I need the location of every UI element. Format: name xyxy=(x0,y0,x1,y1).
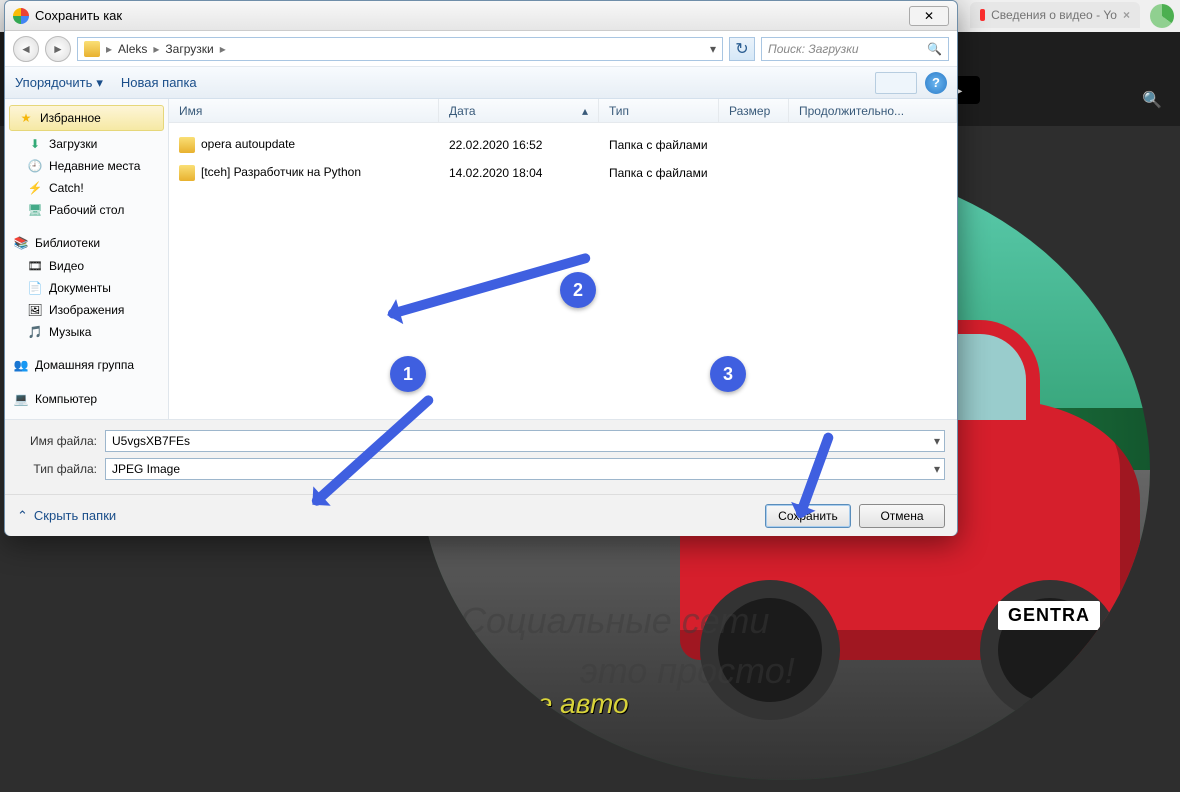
chevron-right-icon: ▸ xyxy=(106,42,112,56)
sort-indicator-icon: ▴ xyxy=(582,104,588,118)
organize-button[interactable]: Упорядочить ▾ xyxy=(15,75,103,91)
address-bar[interactable]: ▸ Aleks ▸ Загрузки ▸ ▾ xyxy=(77,37,723,61)
music-icon: 🎵 xyxy=(27,324,43,340)
sidebar-item-music[interactable]: 🎵Музыка xyxy=(5,321,168,343)
dialog-body: ★ Избранное ⬇Загрузки 🕘Недавние места ⚡C… xyxy=(5,99,957,419)
tab-label: Сведения о видео - Yo xyxy=(991,8,1117,22)
chevron-right-icon: ▸ xyxy=(153,42,159,56)
browser-tab[interactable]: Сведения о видео - Yo × xyxy=(970,2,1140,28)
caption-text: В мире авто xyxy=(460,688,629,720)
annotation-badge-3: 3 xyxy=(710,356,746,392)
column-duration[interactable]: Продолжительно... xyxy=(789,99,957,122)
sidebar: ★ Избранное ⬇Загрузки 🕘Недавние места ⚡C… xyxy=(5,99,169,419)
search-icon: 🔍 xyxy=(927,42,942,56)
dialog-titlebar[interactable]: Сохранить как ✕ xyxy=(5,1,957,31)
chevron-down-icon[interactable]: ▾ xyxy=(934,434,940,448)
browser-extension-icon[interactable] xyxy=(1150,4,1174,28)
download-icon: ⬇ xyxy=(27,136,43,152)
chevron-up-icon: ⌃ xyxy=(17,508,28,524)
video-icon: 🎞 xyxy=(27,258,43,274)
filename-label: Имя файла: xyxy=(17,434,97,448)
view-options-button[interactable] xyxy=(875,72,917,94)
folder-icon xyxy=(84,41,100,57)
sidebar-item-recent[interactable]: 🕘Недавние места xyxy=(5,155,168,177)
sidebar-item-catch[interactable]: ⚡Catch! xyxy=(5,177,168,199)
sidebar-homegroup-header[interactable]: 👥Домашняя группа xyxy=(5,353,168,377)
search-placeholder: Поиск: Загрузки xyxy=(768,42,859,56)
column-headers: Имя Дата▴ Тип Размер Продолжительно... xyxy=(169,99,957,123)
license-plate: GENTRA xyxy=(998,601,1100,630)
nav-back-button[interactable]: ◄ xyxy=(13,36,39,62)
nav-forward-button[interactable]: ► xyxy=(45,36,71,62)
file-row[interactable]: opera autoupdate 22.02.2020 16:52 Папка … xyxy=(169,131,957,159)
sidebar-item-pictures[interactable]: 🖼Изображения xyxy=(5,299,168,321)
column-name[interactable]: Имя xyxy=(169,99,439,122)
watermark-text-1: Социальные сети xyxy=(460,600,769,642)
library-icon: 📚 xyxy=(13,235,29,251)
filetype-label: Тип файла: xyxy=(17,462,97,476)
homegroup-icon: 👥 xyxy=(13,357,29,373)
sidebar-favorites-header[interactable]: ★ Избранное xyxy=(9,105,164,131)
catch-icon: ⚡ xyxy=(27,180,43,196)
desktop-icon: 🖥 xyxy=(27,202,43,218)
help-button[interactable]: ? xyxy=(925,72,947,94)
file-row[interactable]: [tceh] Разработчик на Python 14.02.2020 … xyxy=(169,159,957,187)
close-button[interactable]: ✕ xyxy=(909,6,949,26)
new-folder-button[interactable]: Новая папка xyxy=(121,75,197,90)
dialog-navbar: ◄ ► ▸ Aleks ▸ Загрузки ▸ ▾ ↻ Поиск: Загр… xyxy=(5,31,957,67)
sidebar-resize-handle[interactable] xyxy=(163,99,169,419)
image-icon: 🖼 xyxy=(27,302,43,318)
hide-folders-button[interactable]: ⌃ Скрыть папки xyxy=(17,508,116,524)
column-type[interactable]: Тип xyxy=(599,99,719,122)
chevron-down-icon[interactable]: ▾ xyxy=(934,462,940,476)
cancel-button[interactable]: Отмена xyxy=(859,504,945,528)
breadcrumb-segment[interactable]: Загрузки xyxy=(165,42,213,56)
sidebar-computer-header[interactable]: 💻Компьютер xyxy=(5,387,168,411)
chevron-right-icon: ▸ xyxy=(220,42,226,56)
chevron-down-icon: ▾ xyxy=(96,75,103,91)
search-icon[interactable]: 🔍 xyxy=(1142,90,1162,110)
save-as-dialog: Сохранить как ✕ ◄ ► ▸ Aleks ▸ Загрузки ▸… xyxy=(4,0,958,536)
refresh-button[interactable]: ↻ xyxy=(729,37,755,61)
star-icon: ★ xyxy=(18,110,34,126)
watermark-text-2: это просто! xyxy=(580,650,795,692)
address-dropdown-icon[interactable]: ▾ xyxy=(710,42,716,56)
tab-close-icon[interactable]: × xyxy=(1123,8,1130,22)
document-icon: 📄 xyxy=(27,280,43,296)
annotation-badge-1: 1 xyxy=(390,356,426,392)
recent-icon: 🕘 xyxy=(27,158,43,174)
sidebar-libraries-header[interactable]: 📚Библиотеки xyxy=(5,231,168,255)
folder-icon xyxy=(179,165,195,181)
sidebar-item-desktop[interactable]: 🖥Рабочий стол xyxy=(5,199,168,221)
youtube-icon xyxy=(980,9,985,21)
annotation-badge-2: 2 xyxy=(560,272,596,308)
folder-icon xyxy=(179,137,195,153)
chrome-icon xyxy=(13,8,29,24)
dialog-toolbar: Упорядочить ▾ Новая папка ? xyxy=(5,67,957,99)
dialog-title: Сохранить как xyxy=(35,8,122,23)
sidebar-item-downloads[interactable]: ⬇Загрузки xyxy=(5,133,168,155)
breadcrumb-segment[interactable]: Aleks xyxy=(118,42,147,56)
column-date[interactable]: Дата▴ xyxy=(439,99,599,122)
search-input[interactable]: Поиск: Загрузки 🔍 xyxy=(761,37,949,61)
sidebar-item-videos[interactable]: 🎞Видео xyxy=(5,255,168,277)
dialog-footer: ⌃ Скрыть папки Сохранить Отмена xyxy=(5,494,957,536)
sidebar-item-documents[interactable]: 📄Документы xyxy=(5,277,168,299)
column-size[interactable]: Размер xyxy=(719,99,789,122)
computer-icon: 💻 xyxy=(13,391,29,407)
